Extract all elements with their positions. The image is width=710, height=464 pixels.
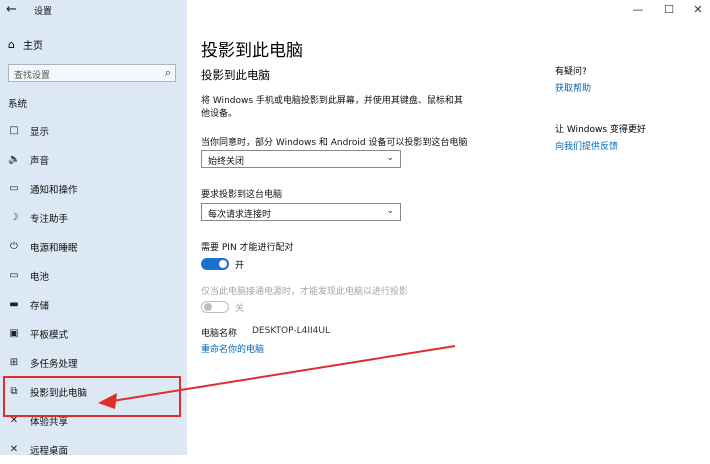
notification-icon: ▭ — [9, 183, 19, 194]
power-only-toggle[interactable] — [201, 301, 229, 313]
sidebar-item-label: 电池 — [30, 271, 50, 283]
setting2-dropdown[interactable]: 每次请求连接时 ⌄ — [201, 203, 401, 221]
setting1-label: 当你同意时，部分 Windows 和 Android 设备可以投影到这台电脑 — [201, 138, 468, 148]
back-arrow-icon[interactable]: ← — [6, 2, 17, 17]
chevron-down-icon: ⌄ — [386, 153, 394, 163]
setting1-value: 始终关闭 — [208, 157, 245, 167]
sidebar-item-label: 存储 — [30, 300, 50, 312]
sidebar-home[interactable]: ⌂ 主页 — [8, 37, 43, 52]
sidebar-item-battery[interactable]: ▭ 电池 — [0, 261, 187, 290]
display-icon: □ — [9, 125, 19, 136]
chevron-down-icon: ⌄ — [386, 206, 394, 216]
sidebar-item-label: 多任务处理 — [30, 358, 78, 370]
sidebar-item-label: 电源和睡眠 — [30, 242, 78, 254]
section-title: 投影到此电脑 — [201, 68, 270, 82]
sidebar-item-display[interactable]: □ 显示 — [0, 116, 187, 145]
sidebar-item-label: 通知和操作 — [30, 184, 78, 196]
minimize-icon[interactable]: — — [628, 3, 648, 16]
sidebar-item-label: 显示 — [30, 126, 50, 138]
sidebar-item-notifications[interactable]: ▭ 通知和操作 — [0, 174, 187, 203]
remote-desktop-icon: ✕ — [9, 444, 19, 455]
sidebar-item-tablet-mode[interactable]: ▣ 平板模式 — [0, 319, 187, 348]
toggle-knob — [204, 303, 212, 311]
sidebar-item-label: 声音 — [30, 155, 50, 167]
sidebar-item-label: 平板模式 — [30, 329, 69, 341]
pin-toggle[interactable] — [201, 258, 229, 270]
pc-name-value: DESKTOP-L4II4UL — [252, 326, 330, 336]
sidebar-item-multitasking[interactable]: ⊞ 多任务处理 — [0, 348, 187, 377]
setting3-label: 需要 PIN 才能进行配对 — [201, 243, 294, 253]
get-help-link[interactable]: 获取帮助 — [555, 81, 591, 94]
multitasking-icon: ⊞ — [9, 357, 19, 368]
home-label: 主页 — [22, 41, 43, 52]
annotation-highlight-box — [3, 376, 181, 417]
setting2-value: 每次请求连接时 — [208, 210, 272, 220]
setting1-dropdown[interactable]: 始终关闭 ⌄ — [201, 150, 401, 168]
sidebar-item-sound[interactable]: 🔈 声音 — [0, 145, 187, 174]
sidebar-section-title: 系统 — [8, 99, 28, 110]
search-icon: ⌕ — [164, 66, 171, 79]
sidebar-item-label: 专注助手 — [30, 213, 69, 225]
pin-toggle-state: 开 — [235, 261, 245, 271]
moon-icon: ☽ — [9, 212, 19, 223]
sidebar-item-remote-desktop[interactable]: ✕ 远程桌面 — [0, 435, 187, 464]
battery-icon: ▭ — [9, 270, 19, 281]
pc-name-label: 电脑名称 — [201, 329, 238, 339]
speaker-icon: 🔈 — [8, 154, 21, 165]
storage-icon: ▬ — [9, 299, 19, 310]
tablet-icon: ▣ — [9, 328, 19, 339]
setting4-label: 仅当此电脑接通电源时，才能发现此电脑以进行投影 — [201, 287, 409, 297]
page-title: 投影到此电脑 — [201, 41, 303, 61]
sidebar-item-focus-assist[interactable]: ☽ 专注助手 — [0, 203, 187, 232]
home-icon: ⌂ — [8, 38, 15, 51]
maximize-icon[interactable]: ☐ — [659, 3, 679, 16]
search-placeholder: 查找设置 — [14, 71, 51, 81]
sidebar-item-label: 远程桌面 — [30, 445, 69, 457]
power-icon: ⏻ — [10, 241, 18, 252]
setting2-label: 要求投影到这台电脑 — [201, 190, 283, 200]
rename-pc-link[interactable]: 重命名你的电脑 — [201, 342, 264, 355]
sidebar-item-storage[interactable]: ▬ 存储 — [0, 290, 187, 319]
title-bar: ← 设置 — ☐ ✕ — [0, 0, 710, 22]
description-text: 将 Windows 手机或电脑投影到此屏幕，并使用其键盘、鼠标和其他设备。 — [201, 96, 463, 119]
close-icon[interactable]: ✕ — [688, 3, 708, 16]
toggle-knob — [219, 260, 227, 268]
improve-heading: 让 Windows 变得更好 — [555, 125, 646, 135]
search-input[interactable]: 查找设置 ⌕ — [8, 64, 176, 82]
question-heading: 有疑问? — [555, 67, 587, 77]
app-title: 设置 — [34, 7, 53, 17]
power-only-toggle-state: 关 — [235, 304, 245, 314]
sidebar-item-power-sleep[interactable]: ⏻ 电源和睡眠 — [0, 232, 187, 261]
feedback-link[interactable]: 向我们提供反馈 — [555, 139, 618, 152]
